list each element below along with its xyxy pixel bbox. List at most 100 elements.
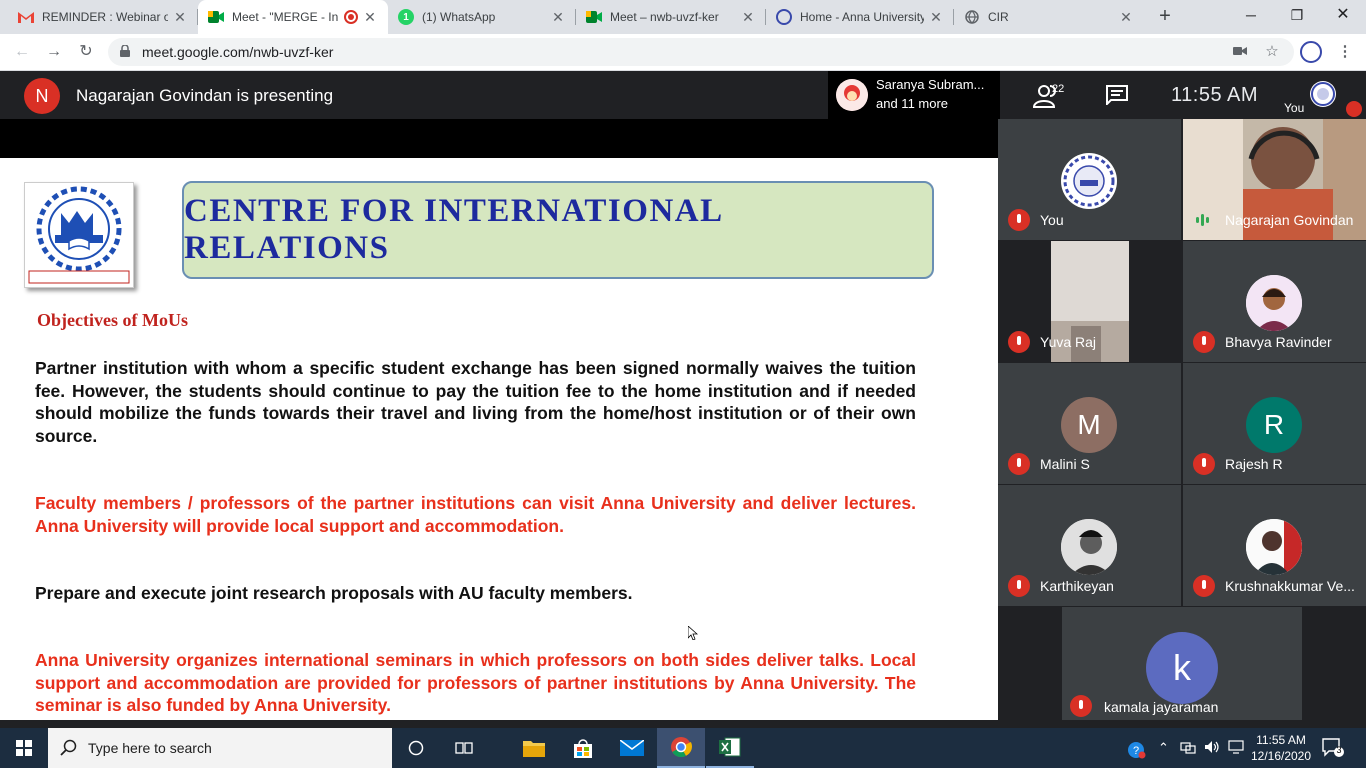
input-language-icon[interactable] bbox=[1228, 740, 1244, 757]
close-tab-icon[interactable]: ✕ bbox=[1118, 9, 1134, 26]
muted-mic-icon bbox=[1008, 209, 1030, 231]
avatar: M bbox=[1061, 397, 1117, 453]
close-tab-icon[interactable]: ✕ bbox=[550, 9, 566, 26]
gmail-icon bbox=[18, 9, 34, 25]
participant-tile[interactable]: k kamala jayaraman bbox=[1062, 607, 1302, 720]
meet-icon bbox=[208, 9, 224, 25]
close-tab-icon[interactable]: ✕ bbox=[362, 9, 378, 26]
participant-tile[interactable]: Krushnakkumar Ve... bbox=[1183, 485, 1366, 606]
cortana-icon[interactable] bbox=[392, 728, 440, 768]
speaking-indicator-icon bbox=[1196, 214, 1209, 226]
slide-paragraph: Prepare and execute joint research propo… bbox=[35, 583, 633, 603]
chat-icon[interactable] bbox=[1106, 85, 1128, 105]
forward-arrow-icon[interactable]: → bbox=[42, 40, 66, 64]
anna-university-icon bbox=[776, 9, 792, 25]
chrome-icon[interactable] bbox=[657, 728, 705, 768]
search-icon bbox=[60, 739, 77, 756]
store-icon[interactable] bbox=[559, 728, 607, 768]
muted-mic-icon bbox=[1008, 331, 1030, 353]
reload-icon[interactable]: ↻ bbox=[74, 40, 98, 64]
excel-icon[interactable] bbox=[706, 728, 754, 768]
whatsapp-icon: 1 bbox=[398, 9, 414, 25]
lock-icon bbox=[120, 45, 130, 57]
tab-meet-merge[interactable]: Meet - "MERGE - In ✕ bbox=[198, 0, 388, 34]
restore-icon[interactable]: ❐ bbox=[1274, 0, 1320, 30]
system-clock[interactable]: 11:55 AM 12/16/2020 bbox=[1250, 732, 1312, 764]
windows-taskbar: Type here to search ? ⌃ 11:55 AM 12/16/2… bbox=[0, 728, 1366, 768]
muted-mic-icon[interactable] bbox=[1346, 101, 1362, 117]
participant-tile[interactable]: Bhavya Ravinder bbox=[1183, 241, 1366, 362]
muted-mic-icon bbox=[1193, 575, 1215, 597]
meet-header-bar: N Nagarajan Govindan is presenting Saran… bbox=[0, 71, 1366, 119]
tab-cir[interactable]: CIR ✕ bbox=[954, 0, 1144, 34]
new-tab-button[interactable]: + bbox=[1153, 4, 1177, 28]
anna-university-logo bbox=[24, 182, 134, 288]
slide-banner: CENTRE FOR INTERNATIONAL RELATIONS bbox=[182, 181, 934, 279]
globe-icon bbox=[964, 9, 980, 25]
minimize-icon[interactable]: ─ bbox=[1228, 0, 1274, 30]
avatar bbox=[1061, 153, 1117, 209]
taskbar-search-box[interactable]: Type here to search bbox=[48, 728, 392, 768]
svg-text:?: ? bbox=[1133, 745, 1139, 757]
close-tab-icon[interactable]: ✕ bbox=[928, 9, 944, 26]
muted-mic-icon bbox=[1193, 453, 1215, 475]
muted-mic-icon bbox=[1193, 331, 1215, 353]
help-badge-icon[interactable]: ? bbox=[1126, 740, 1146, 763]
file-explorer-icon[interactable] bbox=[510, 728, 558, 768]
slide-paragraph: Anna University organizes international … bbox=[35, 650, 916, 715]
slide-paragraph: Partner institution with whom a specific… bbox=[35, 358, 916, 446]
url-text: meet.google.com/nwb-uvzf-ker bbox=[142, 44, 334, 60]
participant-tile[interactable]: Nagarajan Govindan bbox=[1183, 119, 1366, 240]
avatar bbox=[1246, 275, 1302, 331]
self-avatar-logo[interactable] bbox=[1310, 81, 1336, 107]
menu-kebab-icon[interactable]: ⋮ bbox=[1334, 41, 1356, 63]
presenter-avatar: N bbox=[24, 78, 60, 114]
participant-count: 22 bbox=[1052, 83, 1065, 95]
muted-mic-icon bbox=[1070, 695, 1092, 717]
camera-icon[interactable] bbox=[1229, 41, 1251, 63]
windows-start-icon[interactable] bbox=[0, 728, 48, 768]
recording-indicator-icon bbox=[344, 10, 358, 24]
show-hidden-icons-chevron-icon[interactable]: ⌃ bbox=[1158, 740, 1169, 756]
you-label: You bbox=[1284, 101, 1305, 115]
participant-tile[interactable]: R Rajesh R bbox=[1183, 363, 1366, 484]
close-tab-icon[interactable]: ✕ bbox=[740, 9, 756, 26]
browser-toolbar: ← → ↻ meet.google.com/nwb-uvzf-ker ☆ ⋮ bbox=[0, 34, 1366, 71]
avatar: R bbox=[1246, 397, 1302, 453]
browser-tab-strip: REMINDER : Webinar o ✕ Meet - "MERGE - I… bbox=[0, 0, 1366, 34]
active-speakers[interactable]: Saranya Subram... and 11 more bbox=[828, 71, 1000, 119]
avatar bbox=[1246, 519, 1302, 575]
mail-icon[interactable] bbox=[608, 728, 656, 768]
avatar bbox=[1061, 519, 1117, 575]
participant-tile[interactable]: You bbox=[998, 119, 1181, 240]
bookmark-star-icon[interactable]: ☆ bbox=[1261, 41, 1283, 63]
presenting-label: Nagarajan Govindan is presenting bbox=[76, 86, 334, 105]
tab-anna-university[interactable]: Home - Anna University ✕ bbox=[766, 0, 954, 34]
close-tab-icon[interactable]: ✕ bbox=[172, 9, 188, 26]
address-bar[interactable]: meet.google.com/nwb-uvzf-ker bbox=[108, 38, 1294, 66]
meet-icon bbox=[586, 9, 602, 25]
participant-tile[interactable]: Karthikeyan bbox=[998, 485, 1181, 606]
notification-center-icon[interactable]: 3 bbox=[1322, 738, 1344, 758]
tab-whatsapp[interactable]: 1 (1) WhatsApp ✕ bbox=[388, 0, 576, 34]
avatar: k bbox=[1146, 632, 1218, 704]
profile-avatar[interactable] bbox=[1300, 41, 1322, 63]
screen: REMINDER : Webinar o ✕ Meet - "MERGE - I… bbox=[0, 0, 1366, 768]
slide: CENTRE FOR INTERNATIONAL RELATIONS Objec… bbox=[0, 158, 998, 720]
slide-paragraph: Faculty members / professors of the part… bbox=[35, 493, 916, 536]
participant-grid: You Nagarajan Govindan Yuva Raj Bhavya R… bbox=[998, 119, 1366, 720]
slide-heading: Objectives of MoUs bbox=[37, 310, 188, 330]
back-arrow-icon[interactable]: ← bbox=[10, 40, 34, 64]
speaker-avatar bbox=[836, 79, 868, 111]
network-icon[interactable] bbox=[1180, 740, 1196, 757]
tab-meet-nwb[interactable]: Meet – nwb-uvzf-ker ✕ bbox=[576, 0, 766, 34]
participant-tile[interactable]: Yuva Raj bbox=[998, 241, 1181, 362]
muted-mic-icon bbox=[1008, 575, 1030, 597]
mouse-cursor-icon bbox=[688, 626, 698, 640]
volume-icon[interactable] bbox=[1204, 740, 1220, 757]
close-window-icon[interactable]: ✕ bbox=[1320, 0, 1366, 30]
tab-gmail-reminder[interactable]: REMINDER : Webinar o ✕ bbox=[8, 0, 198, 34]
task-view-icon[interactable] bbox=[440, 728, 488, 768]
banner-title: CENTRE FOR INTERNATIONAL RELATIONS bbox=[184, 193, 722, 266]
participant-tile[interactable]: M Malini S bbox=[998, 363, 1181, 484]
